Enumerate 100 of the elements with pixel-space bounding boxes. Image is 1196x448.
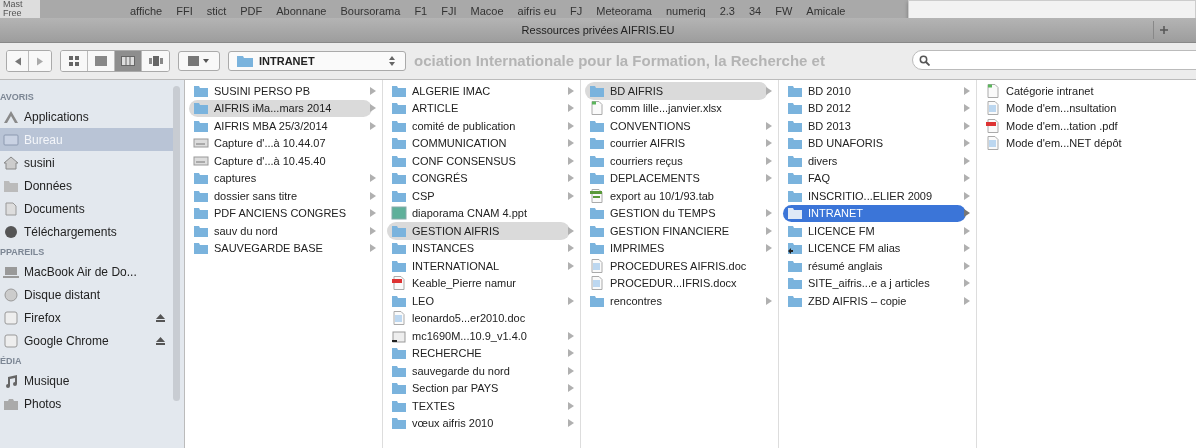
file-row[interactable]: rencontres [585,292,768,310]
sidebar-item[interactable]: Téléchargements [0,220,173,243]
browser-tab[interactable]: Free [0,9,40,18]
sidebar-item[interactable]: Documents [0,197,173,220]
bookmark-link[interactable]: FJ [570,4,583,18]
bookmark-link[interactable]: Macoe [470,4,504,18]
sidebar-item[interactable]: Applications [0,105,173,128]
file-row[interactable]: Catégorie intranet [981,82,1186,100]
browser-tab[interactable]: Mast [0,0,40,9]
file-row[interactable]: mc1690M...10.9_v1.4.0 [387,327,570,345]
file-row[interactable]: sauv du nord [189,222,372,240]
file-row[interactable]: CSP [387,187,570,205]
file-row[interactable]: CONGRÉS [387,169,570,187]
file-row[interactable]: BD 2012 [783,99,966,117]
sidebar-item[interactable]: susini [0,151,173,174]
bookmark-link[interactable]: Amicale [806,4,846,18]
file-row[interactable]: LEO [387,292,570,310]
file-row[interactable]: Mode d'em...NET dépôt [981,134,1186,152]
file-row[interactable]: Capture d'...à 10.45.40 [189,152,372,170]
sidebar-item[interactable]: Données [0,174,173,197]
file-row[interactable]: CONF CONSENSUS [387,152,570,170]
file-row[interactable]: SAUVEGARDE BASE [189,239,372,257]
file-row[interactable]: CONVENTIONS [585,117,768,135]
file-row[interactable]: PDF ANCIENS CONGRES [189,204,372,222]
bookmark-link[interactable]: FFI [176,4,193,18]
back-button[interactable] [7,51,29,71]
file-row[interactable]: INSTANCES [387,239,570,257]
file-row[interactable]: résumé anglais [783,257,966,275]
grid-icon [68,56,80,66]
view-button[interactable] [115,51,142,71]
file-row[interactable]: comité de publication [387,117,570,135]
file-row[interactable]: vœux aifris 2010 [387,414,570,432]
folder-icon [787,136,803,151]
scrollbar[interactable] [173,86,180,401]
file-row[interactable]: PROCEDURES AIFRIS.doc [585,257,768,275]
file-row[interactable]: BD 2013 [783,117,966,135]
file-row[interactable]: GESTION FINANCIERE [585,222,768,240]
sidebar-item[interactable]: MacBook Air de Do... [0,260,173,283]
file-row[interactable]: BD 2010 [783,82,966,100]
file-row[interactable]: dossier sans titre [189,187,372,205]
file-row[interactable]: captures [189,169,372,187]
file-row[interactable]: export au 10/1/93.tab [585,187,768,205]
bookmark-link[interactable]: FJI [441,4,457,18]
file-row[interactable]: ALGERIE IMAC [387,82,570,100]
desktop-icon [3,132,19,147]
file-row[interactable]: INTERNATIONAL [387,257,570,275]
file-row[interactable]: IMPRIMES [585,239,768,257]
bookmark-link[interactable]: 2.3 [719,4,735,18]
file-row[interactable]: GESTION du TEMPS [585,204,768,222]
file-row[interactable]: COMMUNICATION [387,134,570,152]
file-row[interactable]: Mode d'em...nsultation [981,99,1186,117]
file-row[interactable]: comm lille...janvier.xlsx [585,99,768,117]
sidebar-item[interactable]: Musique [0,369,173,392]
file-row[interactable]: DEPLACEMENTS [585,169,768,187]
file-row[interactable]: Keable_Pierre namur [387,274,570,292]
view-button[interactable] [61,51,88,71]
bookmark-link[interactable]: 34 [749,4,762,18]
file-row[interactable]: ARTICLE [387,99,570,117]
bookmark-link[interactable]: affiche [130,4,163,18]
eject-icon[interactable] [156,336,165,345]
file-row[interactable]: sauvegarde du nord [387,362,570,380]
file-row[interactable]: divers [783,152,966,170]
bookmark-link[interactable]: Boursorama [340,4,401,18]
file-row[interactable]: courrier AIFRIS [585,134,768,152]
file-row[interactable]: INSCRITIO...ELIER 2009 [783,187,966,205]
sidebar-item[interactable]: Photos [0,392,173,415]
file-row[interactable]: leonardo5...er2010.doc [387,309,570,327]
bookmark-link[interactable]: numeriq [665,4,706,18]
file-row[interactable]: diaporama CNAM 4.ppt [387,204,570,222]
file-row[interactable]: FAQ [783,169,966,187]
file-row[interactable]: TEXTES [387,397,570,415]
search-field[interactable] [912,50,1196,70]
file-row[interactable]: RECHERCHE [387,344,570,362]
bookmark-link[interactable]: Meteorama [596,4,652,18]
bookmark-link[interactable]: Abonnane [276,4,327,18]
file-row[interactable]: LICENCE FM alias [783,239,966,257]
file-row[interactable]: courriers reçus [585,152,768,170]
sidebar-item[interactable]: Disque distant [0,283,173,306]
file-row[interactable]: SUSINI PERSO PB [189,82,372,100]
file-row[interactable]: Section par PAYS [387,379,570,397]
sidebar-item[interactable]: Google Chrome [0,329,173,352]
bookmark-link[interactable]: F1 [414,4,428,18]
sidebar-item[interactable]: Firefox [0,306,173,329]
file-row[interactable]: ZBD AIFRIS – copie [783,292,966,310]
disclosure-arrow-icon [766,296,772,305]
path-popup[interactable]: INTRANET [228,51,406,71]
bookmark-link[interactable]: FW [775,4,793,18]
file-row[interactable]: PROCEDUR...IFRIS.docx [585,274,768,292]
file-row[interactable]: LICENCE FM [783,222,966,240]
bookmark-link[interactable]: stict [206,4,227,18]
download-icon [3,224,19,239]
file-row[interactable]: SITE_aifris...e a j articles [783,274,966,292]
arrange-button[interactable] [178,51,220,71]
eject-icon[interactable] [156,313,165,322]
file-row[interactable]: BD UNAFORIS [783,134,966,152]
bookmark-link[interactable]: PDF [240,4,263,18]
file-row[interactable]: AIFRIS MBA 25/3/2014 [189,117,372,135]
bookmark-link[interactable]: aifris eu [517,4,557,18]
file-row[interactable]: Capture d'...à 10.44.07 [189,134,372,152]
file-row[interactable]: Mode d'em...tation .pdf [981,117,1186,135]
